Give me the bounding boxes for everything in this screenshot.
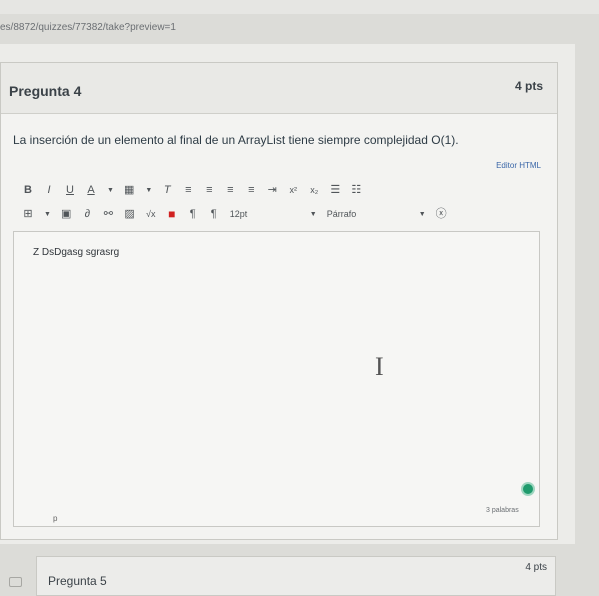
editor-toolbar-row-1: B I U A ▼ ▦ ▼ T ≡ ≡ ≡ ≡ ⇥ x² x₂ ☰ ☷ [23, 182, 372, 198]
chevron-down-icon[interactable]: ▼ [419, 211, 426, 218]
subscript-icon[interactable]: x₂ [309, 183, 319, 197]
chevron-down-icon[interactable]: ▼ [310, 211, 317, 218]
align-left-icon[interactable]: ≡ [183, 183, 193, 197]
chevron-down-icon[interactable]: ▼ [44, 211, 51, 218]
text-color-icon[interactable]: A [86, 183, 96, 197]
bullet-list-icon[interactable]: ☰ [330, 183, 340, 197]
question-card-5: Pregunta 5 4 pts [36, 556, 556, 596]
answer-text[interactable]: Z DsDgasg sgrasrg [33, 247, 119, 258]
question-header: Pregunta 4 4 pts [1, 63, 557, 114]
align-right-icon[interactable]: ≡ [225, 183, 235, 197]
paragraph-format-select[interactable]: Párrafo [327, 209, 401, 219]
bold-icon[interactable]: B [23, 183, 33, 197]
text-cursor-icon: I [375, 352, 384, 381]
media-icon[interactable]: ▣ [61, 207, 71, 221]
answer-editor[interactable]: Z DsDgasg sgrasrg I 3 palabras [13, 231, 540, 527]
question-title: Pregunta 4 [9, 83, 82, 99]
indent-icon[interactable]: ⇥ [267, 183, 277, 197]
align-center-icon[interactable]: ≡ [204, 183, 214, 197]
background-color-icon[interactable]: ▦ [124, 183, 134, 197]
paragraph-tag: p [53, 514, 58, 523]
underline-icon[interactable]: U [65, 183, 75, 197]
numbered-list-icon[interactable]: ☷ [351, 183, 361, 197]
link-icon[interactable]: ∂ [82, 207, 92, 221]
browser-chrome [0, 0, 599, 14]
chevron-down-icon[interactable]: ▼ [107, 187, 114, 194]
ltr-icon[interactable]: ¶ [188, 207, 198, 221]
editor-toolbar-row-2: ⊞ ▼ ▣ ∂ ⚯ ▨ √x ■ ¶ ¶ 12pt ▼ Párrafo ▼ ⓧ [23, 206, 458, 222]
unlink-icon[interactable]: ⚯ [103, 207, 113, 221]
status-dot-icon [521, 482, 535, 496]
word-count: 3 palabras [486, 507, 519, 514]
html-editor-link[interactable]: Editor HTML [496, 161, 541, 170]
justify-icon[interactable]: ≡ [246, 183, 256, 197]
question-5-points: 4 pts [525, 562, 547, 573]
url-bar[interactable]: es/8872/quizzes/77382/take?preview=1 [0, 22, 176, 33]
question-text: La inserción de un elemento al final de … [13, 133, 459, 147]
record-media-icon[interactable]: ■ [167, 207, 177, 221]
question-card: Pregunta 4 4 pts La inserción de un elem… [0, 62, 558, 540]
clear-format-icon[interactable]: T [162, 183, 172, 197]
rtl-icon[interactable]: ¶ [209, 207, 219, 221]
question-5-title: Pregunta 5 [48, 574, 107, 588]
question-points: 4 pts [514, 79, 543, 93]
superscript-icon[interactable]: x² [288, 183, 298, 197]
equation-icon[interactable]: √x [146, 207, 156, 221]
table-icon[interactable]: ⊞ [23, 207, 33, 221]
chevron-down-icon[interactable]: ▼ [145, 187, 152, 194]
accessibility-checker-icon[interactable]: ⓧ [436, 207, 447, 221]
italic-icon[interactable]: I [44, 183, 54, 197]
image-icon[interactable]: ▨ [124, 207, 134, 221]
font-size-select[interactable]: 12pt [230, 209, 292, 219]
flag-icon[interactable] [9, 577, 22, 587]
